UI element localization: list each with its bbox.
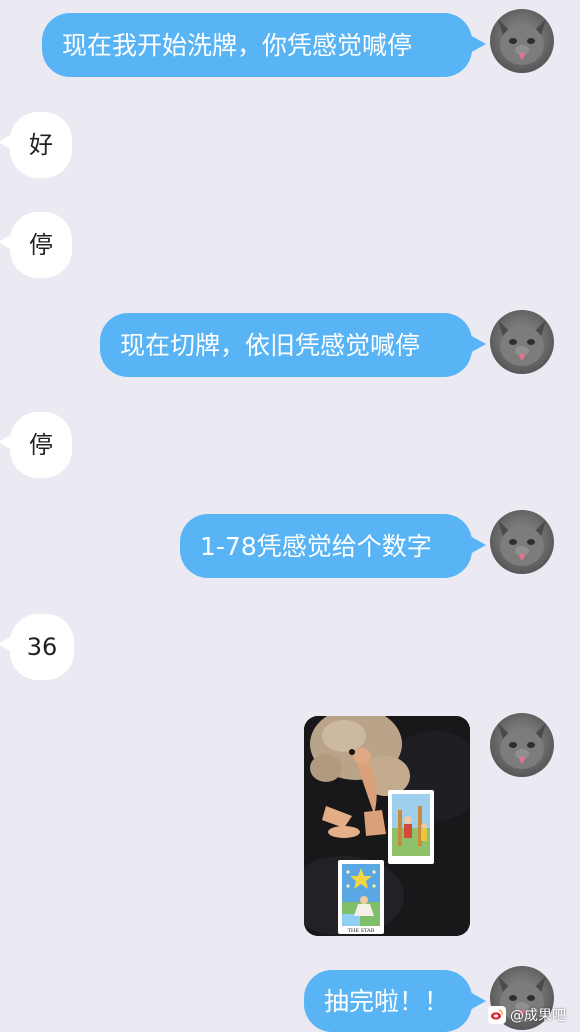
- message-bubble-incoming[interactable]: 好: [0, 112, 72, 178]
- message-text: 1-78凭感觉给个数字: [200, 531, 432, 561]
- message-text: 36: [26, 633, 58, 661]
- message-photo[interactable]: THE STAR: [304, 716, 470, 936]
- message-bubble-outgoing[interactable]: 现在我开始洗牌，你凭感觉喊停: [42, 13, 486, 77]
- watermark: @成果吧: [488, 1004, 566, 1026]
- cat-avatar-icon[interactable]: [490, 510, 554, 574]
- message-bubble-outgoing[interactable]: 1-78凭感觉给个数字: [180, 514, 486, 578]
- message-text: 停: [29, 231, 53, 259]
- message-bubble-outgoing[interactable]: 现在切牌，依旧凭感觉喊停: [100, 313, 486, 377]
- watermark-text: @成果吧: [510, 1008, 566, 1024]
- card-label: THE STAR: [348, 928, 375, 934]
- message-bubble-incoming[interactable]: 36: [0, 614, 74, 680]
- weibo-logo-icon: [488, 1006, 506, 1024]
- message-bubble-incoming[interactable]: 停: [0, 212, 72, 278]
- message-text: 现在切牌，依旧凭感觉喊停: [120, 330, 421, 360]
- chat-thread: 现在我开始洗牌，你凭感觉喊停 好 停 现在切牌，依旧凭感觉喊停 停 1-78凭感…: [0, 0, 580, 1032]
- cat-avatar-icon[interactable]: [490, 310, 554, 374]
- message-bubble-incoming[interactable]: 停: [0, 412, 72, 478]
- cat-avatar-icon[interactable]: [490, 713, 554, 777]
- message-text: 现在我开始洗牌，你凭感觉喊停: [62, 30, 413, 60]
- message-bubble-outgoing[interactable]: 抽完啦！！: [304, 970, 486, 1032]
- message-text: 停: [29, 431, 53, 459]
- message-text: 好: [29, 131, 53, 159]
- message-text: 抽完啦！！: [324, 986, 450, 1016]
- cat-avatar-icon[interactable]: [490, 9, 554, 73]
